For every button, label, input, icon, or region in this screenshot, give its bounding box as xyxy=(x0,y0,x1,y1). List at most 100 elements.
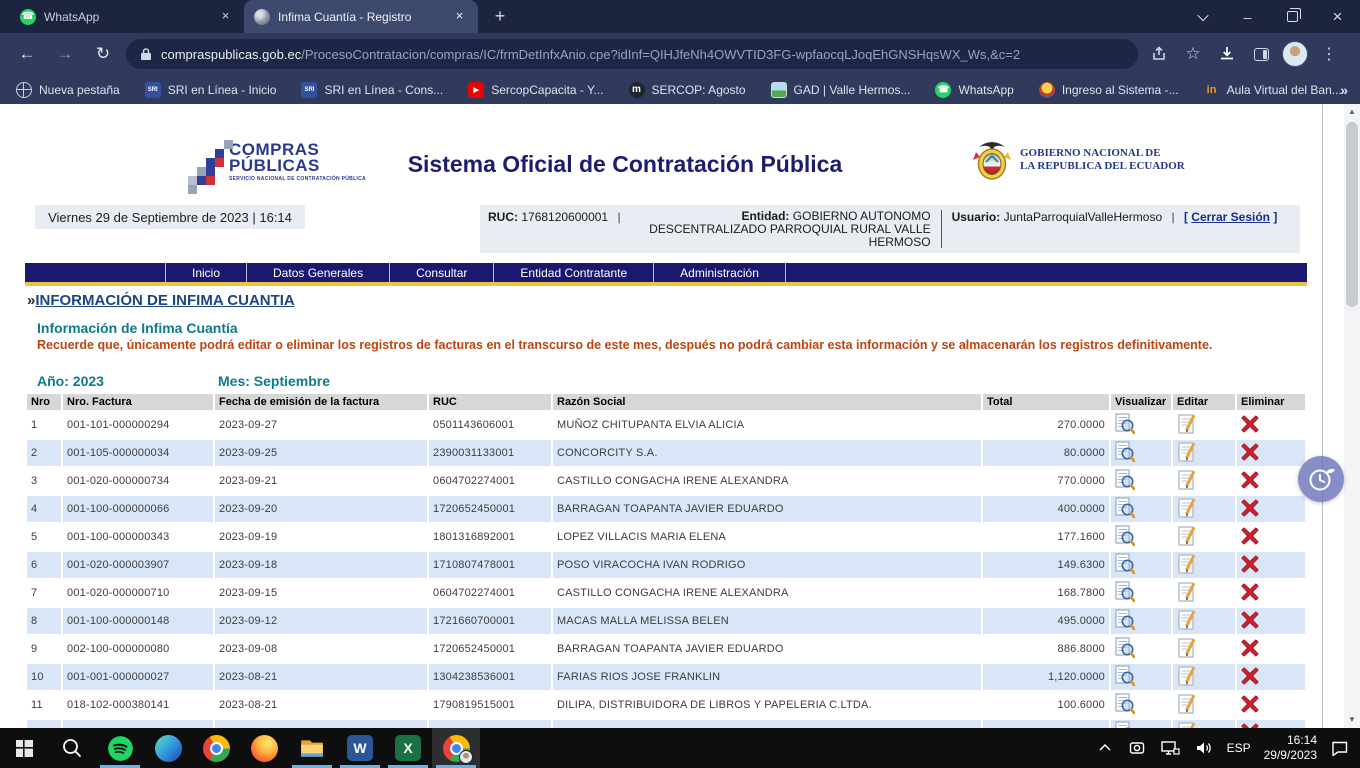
editar-icon[interactable] xyxy=(1177,693,1197,718)
bookmark-item[interactable]: WhatsApp xyxy=(935,82,1013,98)
editar-icon[interactable] xyxy=(1177,721,1197,729)
cell-fecha: 2023-09-20 xyxy=(215,496,427,522)
back-icon[interactable]: ← xyxy=(12,39,42,69)
profile-avatar[interactable] xyxy=(1282,41,1308,67)
start-button[interactable] xyxy=(0,728,48,768)
restore-button[interactable] xyxy=(1270,0,1315,33)
tab-close-icon[interactable]: × xyxy=(451,8,468,25)
nav-item-inicio[interactable]: Inicio xyxy=(165,263,246,282)
scroll-down-icon[interactable]: ▼ xyxy=(1344,712,1360,728)
editar-icon[interactable] xyxy=(1177,441,1197,466)
taskbar-excel-button[interactable]: X xyxy=(384,728,432,768)
tab-infima-cuantia[interactable]: Infima Cuantía - Registro × xyxy=(244,0,478,33)
editar-icon[interactable] xyxy=(1177,497,1197,522)
eliminar-icon[interactable] xyxy=(1241,527,1259,548)
visualizar-icon[interactable] xyxy=(1115,581,1135,606)
editar-icon[interactable] xyxy=(1177,413,1197,438)
eliminar-icon[interactable] xyxy=(1241,639,1259,660)
eliminar-icon[interactable] xyxy=(1241,471,1259,492)
nav-item-administracion[interactable]: Administración xyxy=(653,263,786,282)
taskbar-spotify-button[interactable] xyxy=(96,728,144,768)
visualizar-icon[interactable] xyxy=(1115,525,1135,550)
bookmark-star-icon[interactable]: ☆ xyxy=(1180,41,1206,67)
bookmark-item[interactable]: Aula Virtual del Ban... xyxy=(1204,82,1342,98)
bookmark-item[interactable]: SRI en Línea - Cons... xyxy=(301,82,443,98)
taskbar-search-button[interactable] xyxy=(48,728,96,768)
nav-item-consultar[interactable]: Consultar xyxy=(389,263,493,282)
eliminar-icon[interactable] xyxy=(1241,555,1259,576)
tray-network-icon[interactable] xyxy=(1161,736,1181,760)
editar-icon[interactable] xyxy=(1177,469,1197,494)
bookmark-item[interactable]: Ingreso al Sistema -... xyxy=(1039,82,1179,98)
nav-accent-line xyxy=(25,282,1307,286)
taskbar-firefox-button[interactable] xyxy=(240,728,288,768)
editar-icon[interactable] xyxy=(1177,637,1197,662)
visualizar-icon[interactable] xyxy=(1115,553,1135,578)
eliminar-icon[interactable] xyxy=(1241,611,1259,632)
tab-close-icon[interactable]: × xyxy=(217,8,234,25)
new-tab-button[interactable]: + xyxy=(486,3,514,31)
share-icon[interactable] xyxy=(1146,41,1172,67)
taskbar-explorer-button[interactable] xyxy=(288,728,336,768)
nav-item-datos-generales[interactable]: Datos Generales xyxy=(246,263,389,282)
scroll-up-icon[interactable]: ▲ xyxy=(1344,104,1360,120)
bookmark-item[interactable]: GAD | Valle Hermos... xyxy=(771,82,911,98)
editar-icon[interactable] xyxy=(1177,553,1197,578)
editar-icon[interactable] xyxy=(1177,609,1197,634)
taskbar-edge-button[interactable] xyxy=(144,728,192,768)
bookmark-label: Nueva pestaña xyxy=(39,83,120,97)
visualizar-icon[interactable] xyxy=(1115,413,1135,438)
tray-clock[interactable]: 16:14 29/9/2023 xyxy=(1264,733,1317,763)
bookmarks-overflow-icon[interactable]: » xyxy=(1340,75,1348,104)
minimize-button[interactable]: – xyxy=(1225,0,1270,33)
floating-timer-widget[interactable] xyxy=(1298,456,1344,502)
bookmark-favicon-icon xyxy=(1039,82,1055,98)
visualizar-icon[interactable] xyxy=(1115,637,1135,662)
visualizar-icon[interactable] xyxy=(1115,469,1135,494)
visualizar-icon[interactable] xyxy=(1115,693,1135,718)
logout-link[interactable]: [ Cerrar Sesión ] xyxy=(1184,210,1277,224)
breadcrumb: »INFORMACIÓN DE INFIMA CUANTIA xyxy=(27,292,295,309)
bookmark-item[interactable]: SERCOP: Agosto xyxy=(629,82,746,98)
eliminar-icon[interactable] xyxy=(1241,443,1259,464)
visualizar-icon[interactable] xyxy=(1115,665,1135,690)
scrollbar-thumb[interactable] xyxy=(1346,122,1358,307)
editar-icon[interactable] xyxy=(1177,665,1197,690)
language-indicator[interactable]: ESP xyxy=(1227,741,1251,755)
tab-whatsapp[interactable]: WhatsApp × xyxy=(10,0,244,33)
notification-center-icon[interactable] xyxy=(1330,736,1350,760)
editar-icon[interactable] xyxy=(1177,525,1197,550)
bookmark-item[interactable]: SercopCapacita - Y... xyxy=(468,82,603,98)
eliminar-icon[interactable] xyxy=(1241,415,1259,436)
url-bar[interactable]: compraspublicas.gob.ec/ProcesoContrataci… xyxy=(126,39,1138,69)
close-button[interactable]: × xyxy=(1315,0,1360,33)
page-scrollbar[interactable]: ▲ ▼ xyxy=(1344,104,1360,728)
visualizar-icon[interactable] xyxy=(1115,441,1135,466)
visualizar-icon[interactable] xyxy=(1115,497,1135,522)
bookmark-item[interactable]: Nueva pestaña xyxy=(16,82,120,98)
taskbar-chrome-profile-button[interactable] xyxy=(432,728,480,768)
eliminar-icon[interactable] xyxy=(1241,583,1259,604)
side-panel-icon[interactable] xyxy=(1248,41,1274,67)
cell-fecha: 2023-09-25 xyxy=(215,440,427,466)
taskbar-word-button[interactable]: W xyxy=(336,728,384,768)
tray-volume-icon[interactable] xyxy=(1194,736,1214,760)
forward-icon[interactable]: → xyxy=(50,39,80,69)
bookmark-item[interactable]: SRI en Línea - Inicio xyxy=(145,82,277,98)
tray-chevron-up-icon[interactable] xyxy=(1095,736,1115,760)
browser-tab-bar: WhatsApp × Infima Cuantía - Registro × +… xyxy=(0,0,1360,33)
eliminar-icon[interactable] xyxy=(1241,667,1259,688)
downloads-icon[interactable] xyxy=(1214,41,1240,67)
menu-dots-icon[interactable]: ⋮ xyxy=(1316,41,1342,67)
tab-search-icon[interactable] xyxy=(1180,0,1225,33)
taskbar-chrome-button[interactable] xyxy=(192,728,240,768)
nav-item-entidad-contratante[interactable]: Entidad Contratante xyxy=(493,263,653,282)
eliminar-icon[interactable] xyxy=(1241,499,1259,520)
editar-icon[interactable] xyxy=(1177,581,1197,606)
visualizar-icon[interactable] xyxy=(1115,609,1135,634)
reload-icon[interactable]: ↻ xyxy=(88,39,118,69)
tray-camera-icon[interactable] xyxy=(1128,736,1148,760)
eliminar-icon[interactable] xyxy=(1241,695,1259,716)
lock-icon xyxy=(140,47,152,61)
visualizar-icon[interactable] xyxy=(1115,721,1135,729)
